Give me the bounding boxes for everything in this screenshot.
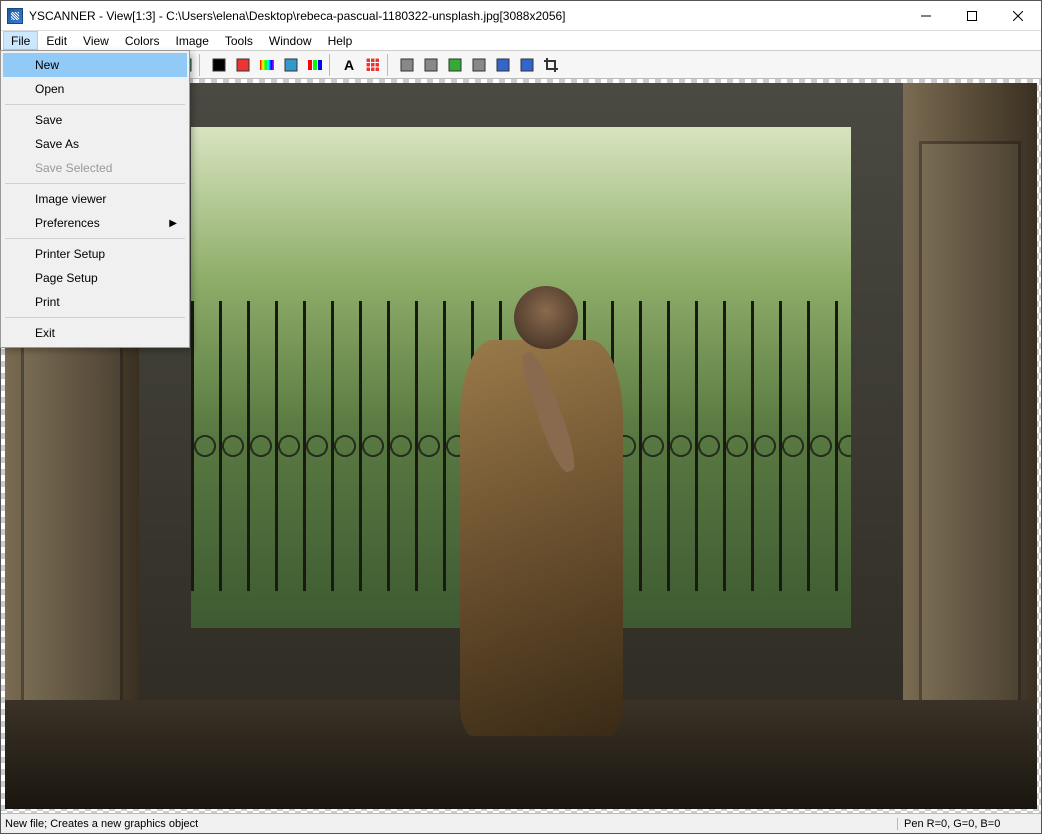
monitor-icon[interactable] (207, 53, 231, 77)
file-menu-preferences[interactable]: Preferences▶ (3, 211, 187, 235)
file-menu-print[interactable]: Print (3, 290, 187, 314)
menu-tools[interactable]: Tools (217, 31, 261, 50)
status-pen-color: Pen R=0, G=0, B=0 (897, 818, 1037, 830)
submenu-arrow-icon: ▶ (169, 218, 177, 229)
crop-icon[interactable] (539, 53, 563, 77)
menu-separator (5, 238, 185, 239)
magnify-icon[interactable] (419, 53, 443, 77)
eye-icon[interactable] (467, 53, 491, 77)
file-menu-image-viewer[interactable]: Image viewer (3, 187, 187, 211)
file-menu-save-as[interactable]: Save As (3, 132, 187, 156)
menu-file[interactable]: File (3, 31, 38, 50)
toolbar-separator (199, 54, 205, 76)
file-menu-exit[interactable]: Exit (3, 321, 187, 345)
camera-icon[interactable] (515, 53, 539, 77)
palette-icon[interactable] (231, 53, 255, 77)
minimize-button[interactable] (903, 1, 949, 30)
menu-image[interactable]: Image (168, 31, 217, 50)
pencil-icon[interactable] (443, 53, 467, 77)
file-menu-new[interactable]: New (3, 53, 187, 77)
toolbar-separator (387, 54, 393, 76)
menu-help[interactable]: Help (320, 31, 361, 50)
rgb-icon[interactable] (303, 53, 327, 77)
status-text: New file; Creates a new graphics object (5, 818, 897, 830)
text-icon[interactable]: A (337, 53, 361, 77)
menu-view[interactable]: View (75, 31, 117, 50)
maximize-button[interactable] (949, 1, 995, 30)
close-button[interactable] (995, 1, 1041, 30)
file-menu-dropdown: NewOpen SaveSave AsSave Selected Image vie… (0, 50, 190, 348)
select-icon[interactable] (395, 53, 419, 77)
window-icon[interactable] (279, 53, 303, 77)
app-icon (7, 8, 23, 24)
fill-icon[interactable] (491, 53, 515, 77)
statusbar: New file; Creates a new graphics object … (1, 813, 1041, 833)
file-menu-save[interactable]: Save (3, 108, 187, 132)
titlebar: YSCANNER - View[1:3] - C:\Users\elena\De… (1, 1, 1041, 31)
grid-icon[interactable] (361, 53, 385, 77)
file-menu-save-selected: Save Selected (3, 156, 187, 180)
menu-separator (5, 183, 185, 184)
toolbar-separator (329, 54, 335, 76)
menubar: FileEditViewColorsImageToolsWindowHelp (1, 31, 1041, 51)
gradient-icon[interactable] (255, 53, 279, 77)
window-title: YSCANNER - View[1:3] - C:\Users\elena\De… (29, 9, 903, 23)
window-controls (903, 1, 1041, 30)
file-menu-printer-setup[interactable]: Printer Setup (3, 242, 187, 266)
file-menu-open[interactable]: Open (3, 77, 187, 101)
menu-edit[interactable]: Edit (38, 31, 75, 50)
menu-colors[interactable]: Colors (117, 31, 168, 50)
menu-separator (5, 104, 185, 105)
menu-window[interactable]: Window (261, 31, 320, 50)
menu-separator (5, 317, 185, 318)
svg-text:A: A (344, 57, 354, 73)
file-menu-page-setup[interactable]: Page Setup (3, 266, 187, 290)
